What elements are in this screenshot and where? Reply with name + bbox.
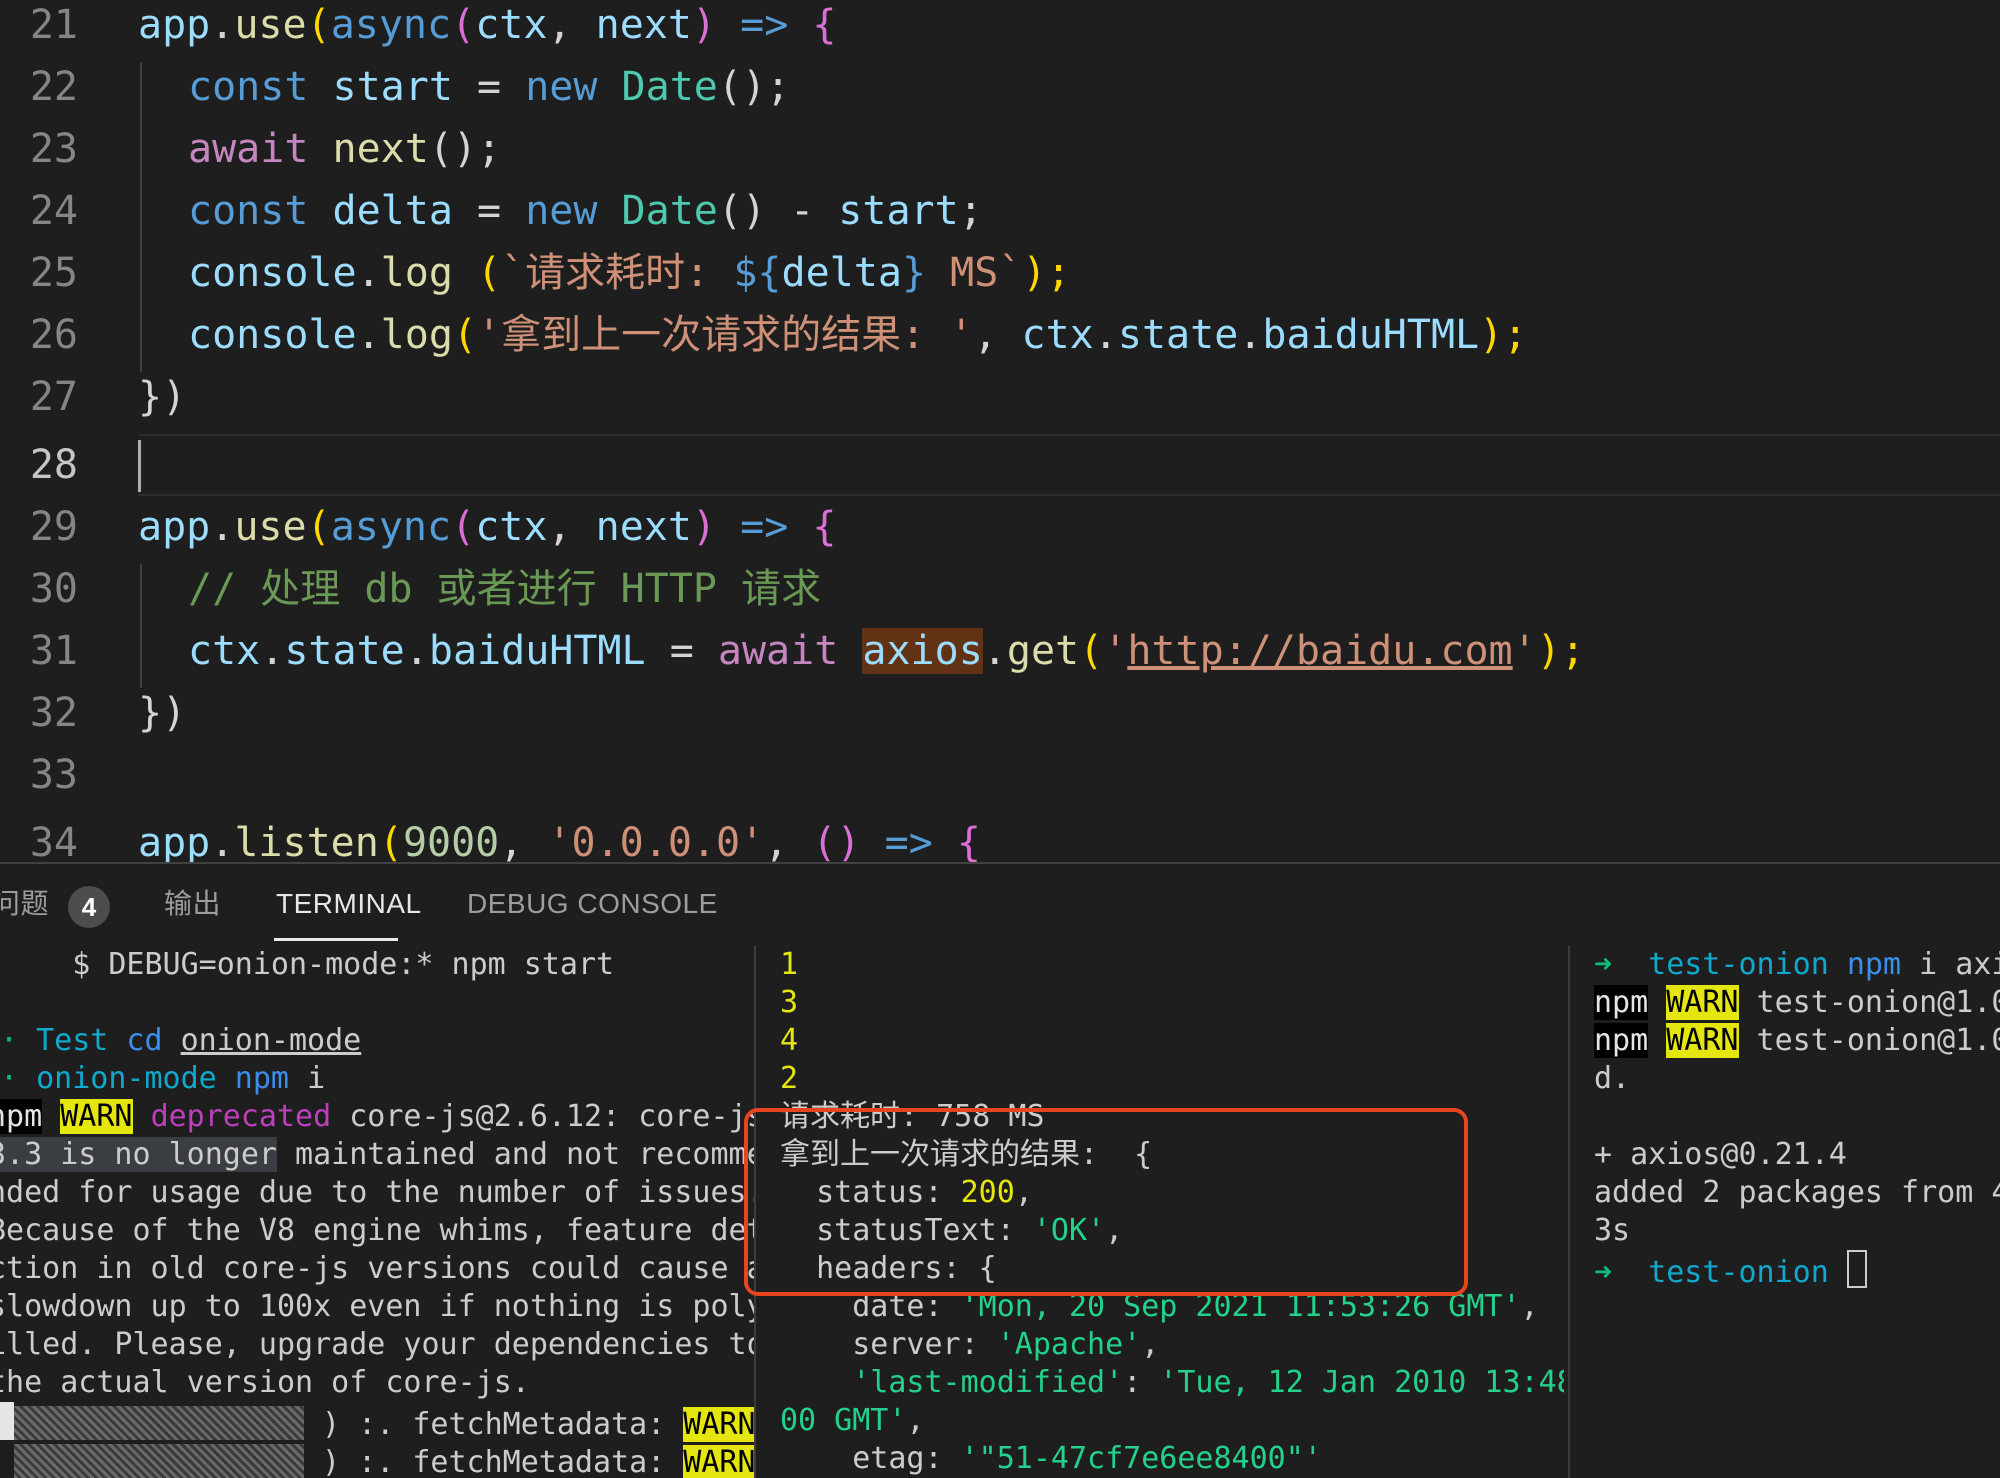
code-line[interactable]: 31 ctx.state.baiduHTML = await axios.get… [0,620,2000,682]
line-number: 26 [29,312,78,358]
terminal-line: ction in old core-js versions could caus… [0,1251,754,1286]
code-line[interactable]: 22 const start = new Date(); [0,56,2000,118]
text-cursor [138,440,141,492]
code-line[interactable]: 23 await next(); [0,118,2000,180]
tab-problems[interactable]: 问题 [0,886,49,922]
code-line[interactable]: 21 app.use(async(ctx, next) => { [0,0,2000,56]
code-text: console.log (`请求耗时: ${delta} MS`); [188,250,1071,296]
terminal-line: d. [1594,1061,1631,1096]
line-number: 33 [29,752,78,798]
line-number: 22 [29,64,78,110]
code-line[interactable]: 25 console.log (`请求耗时: ${delta} MS`); [0,242,2000,304]
code-text: const delta = new Date() - start; [188,188,983,234]
terminal-line: + axios@0.21.4 [1594,1137,1847,1172]
terminal-line: · onion-mode npm i [0,1061,326,1096]
code-line[interactable]: 29 app.use(async(ctx, next) => { [0,496,2000,558]
terminal-cursor [1846,1250,1867,1288]
terminal-line: $ DEBUG=onion-mode:* npm start [0,947,615,982]
code-line[interactable]: 33 [0,744,2000,806]
code-line[interactable]: 27 }) [0,366,2000,428]
terminal-line: ➜ test-onion npm i axio [1594,947,2000,982]
progress-bar-track [14,1444,304,1478]
url-link: http://baidu.com [1127,628,1513,674]
terminal-line: 3 [780,985,799,1020]
terminal-prompt[interactable]: ➜ test-onion [1594,1250,1867,1290]
code-text: app.use(async(ctx, next) => { [138,504,837,550]
code-line[interactable]: 24 const delta = new Date() - start; [0,180,2000,242]
code-text: const start = new Date(); [188,64,791,110]
line-number: 24 [29,188,78,234]
terminal-line: illed. Please, upgrade your dependencies… [0,1327,754,1362]
line-number: 29 [29,504,78,550]
terminal-pane-left[interactable]: $ DEBUG=onion-mode:* npm start · Test cd… [0,946,754,1478]
code-text: }) [138,374,187,420]
highlight-annotation-box [744,1108,1468,1296]
terminal-line: 3s [1594,1213,1631,1248]
terminal-line: ) :. fetchMetadata: WARN d [0,1402,754,1442]
code-line[interactable]: 34 app.listen(9000, '0.0.0.0', () => { [0,812,2000,862]
terminal-line: Because of the V8 engine whims, feature … [0,1213,754,1248]
terminal-line: nded for usage due to the number of issu… [0,1175,754,1210]
line-number: 23 [29,126,78,172]
code-editor[interactable]: 21 app.use(async(ctx, next) => { 22 cons… [0,0,2000,862]
terminal-line: npm WARN test-onion@1.0. [1594,1023,2000,1058]
tab-terminal[interactable]: TERMINAL [276,886,422,922]
terminal-line: 2 [780,1061,799,1096]
progress-bar-fill [0,1402,14,1440]
problems-count-badge: 4 [68,886,110,928]
terminal-line: etag: '"51-47cf7e6ee8400"' [780,1441,1322,1476]
line-number: 30 [29,566,78,612]
tab-output[interactable]: 输出 [164,886,221,922]
terminal-pane-right[interactable]: ➜ test-onion npm i axio npm WARN test-on… [1594,946,2000,1478]
line-number: 27 [29,374,78,420]
terminal-line: server: 'Apache', [780,1327,1160,1362]
current-line-highlight [138,434,2000,496]
terminal-line: 3.3 is no longer maintained and not reco… [0,1136,754,1174]
code-text: app.listen(9000, '0.0.0.0', () => { [138,820,981,862]
terminal-line: npm WARN test-onion@1.0. [1594,985,2000,1020]
code-line-current[interactable]: 28 [0,434,2000,496]
active-tab-indicator [274,938,398,941]
code-text: await next(); [188,126,502,172]
progress-bar-track [14,1406,304,1440]
code-line[interactable]: 26 console.log('拿到上一次请求的结果: ', ctx.state… [0,304,2000,366]
terminal-line: 'last-modified': 'Tue, 12 Jan 2010 13:48… [852,1365,1564,1400]
terminal-line: the actual version of core-js. [0,1365,530,1400]
terminal-line: added 2 packages from 4 [1594,1175,2000,1210]
terminal-line: slowdown up to 100x even if nothing is p… [0,1289,754,1324]
line-number: 34 [29,820,78,862]
tab-debug-console[interactable]: DEBUG CONSOLE [467,886,718,922]
terminal-line: 00 GMT', [780,1403,925,1438]
line-number: 31 [29,628,78,674]
line-number: 21 [29,2,78,48]
code-text: ctx.state.baiduHTML = await axios.get('h… [188,628,1585,674]
terminal-line: 1 [780,947,799,982]
line-number: 28 [29,442,78,488]
terminal-line: · Test cd onion-mode [0,1023,362,1058]
code-text: app.use(async(ctx, next) => { [138,2,837,48]
code-comment: // 处理 db 或者进行 HTTP 请求 [188,566,822,612]
code-text: console.log('拿到上一次请求的结果: ', ctx.state.ba… [188,312,1528,358]
code-text: }) [138,690,187,736]
code-line[interactable]: 30 // 处理 db 或者进行 HTTP 请求 [0,558,2000,620]
pane-divider[interactable] [1568,946,1570,1478]
highlighted-word: axios [862,628,983,674]
line-number: 32 [29,690,78,736]
line-number: 25 [29,250,78,296]
code-line[interactable]: 32 }) [0,682,2000,744]
terminal-line: 4 [780,1023,799,1058]
terminal-line: npm WARN deprecated core-js@2.6.12: core… [0,1098,754,1136]
terminal-line: ) :. fetchMetadata: WARN d [0,1440,754,1478]
panel-tabs: 问题 4 输出 TERMINAL DEBUG CONSOLE [0,864,2000,946]
